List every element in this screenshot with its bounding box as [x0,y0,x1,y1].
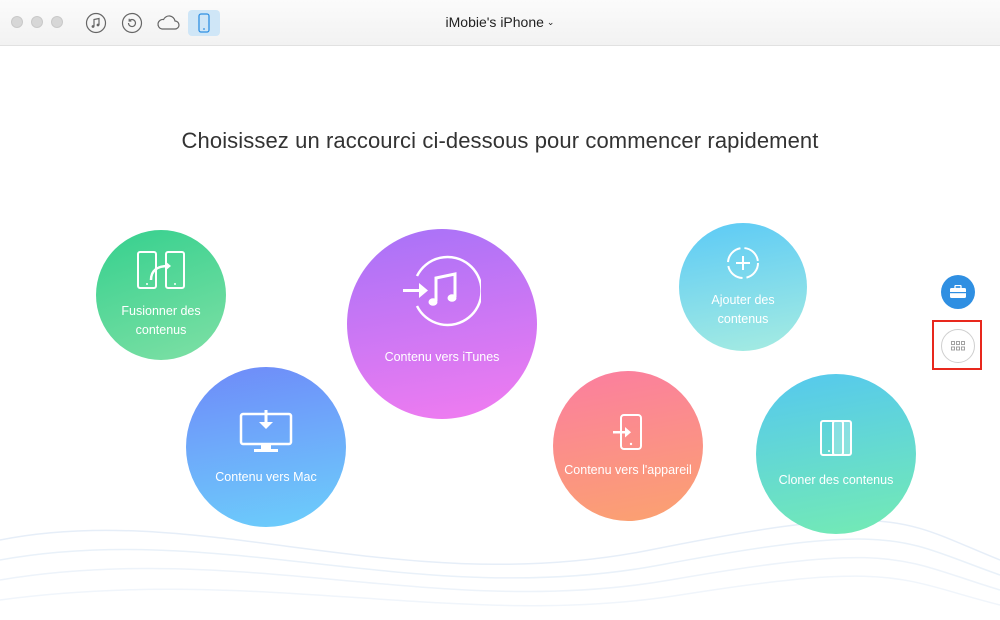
app-grid-button[interactable] [941,329,975,363]
chevron-down-icon: ⌄ [546,17,555,27]
device-selector[interactable]: iMobie's iPhone ⌄ [0,14,1000,30]
content-to-itunes-shortcut[interactable]: Contenu vers iTunes [347,229,537,419]
add-circle-icon [727,247,759,279]
add-contents-label-2: contenus [717,312,769,326]
merge-contents-shortcut[interactable]: Fusionner des contenus [96,230,226,360]
merge-contents-label-2: contenus [135,323,187,337]
device-name: iMobie's iPhone [445,14,544,30]
computer-download-icon [239,409,293,452]
clone-contents-shortcut[interactable]: Cloner des contenus [756,374,916,534]
clone-device-icon [820,419,852,456]
content-to-mac-label: Contenu vers Mac [215,469,317,484]
toolbox-button[interactable] [941,275,975,309]
itunes-transfer-icon [403,255,481,326]
title-bar: iMobie's iPhone ⌄ [0,0,1000,46]
add-contents-label-1: Ajouter des [711,293,775,307]
content-to-itunes-label: Contenu vers iTunes [384,349,500,364]
content-to-device-label: Contenu vers l'appareil [564,462,692,477]
merge-contents-label-1: Fusionner des [121,304,201,318]
grid-icon [951,341,965,351]
content-to-mac-shortcut[interactable]: Contenu vers Mac [186,367,346,527]
merge-icon [137,251,185,289]
content-to-device-shortcut[interactable]: Contenu vers l'appareil [553,371,703,521]
page-heading: Choisissez un raccourci ci-dessous pour … [181,128,819,153]
device-import-icon [613,413,642,450]
toolbox-icon [950,285,966,298]
clone-contents-label: Cloner des contenus [778,472,894,487]
add-contents-shortcut[interactable]: Ajouter des contenus [679,223,807,351]
